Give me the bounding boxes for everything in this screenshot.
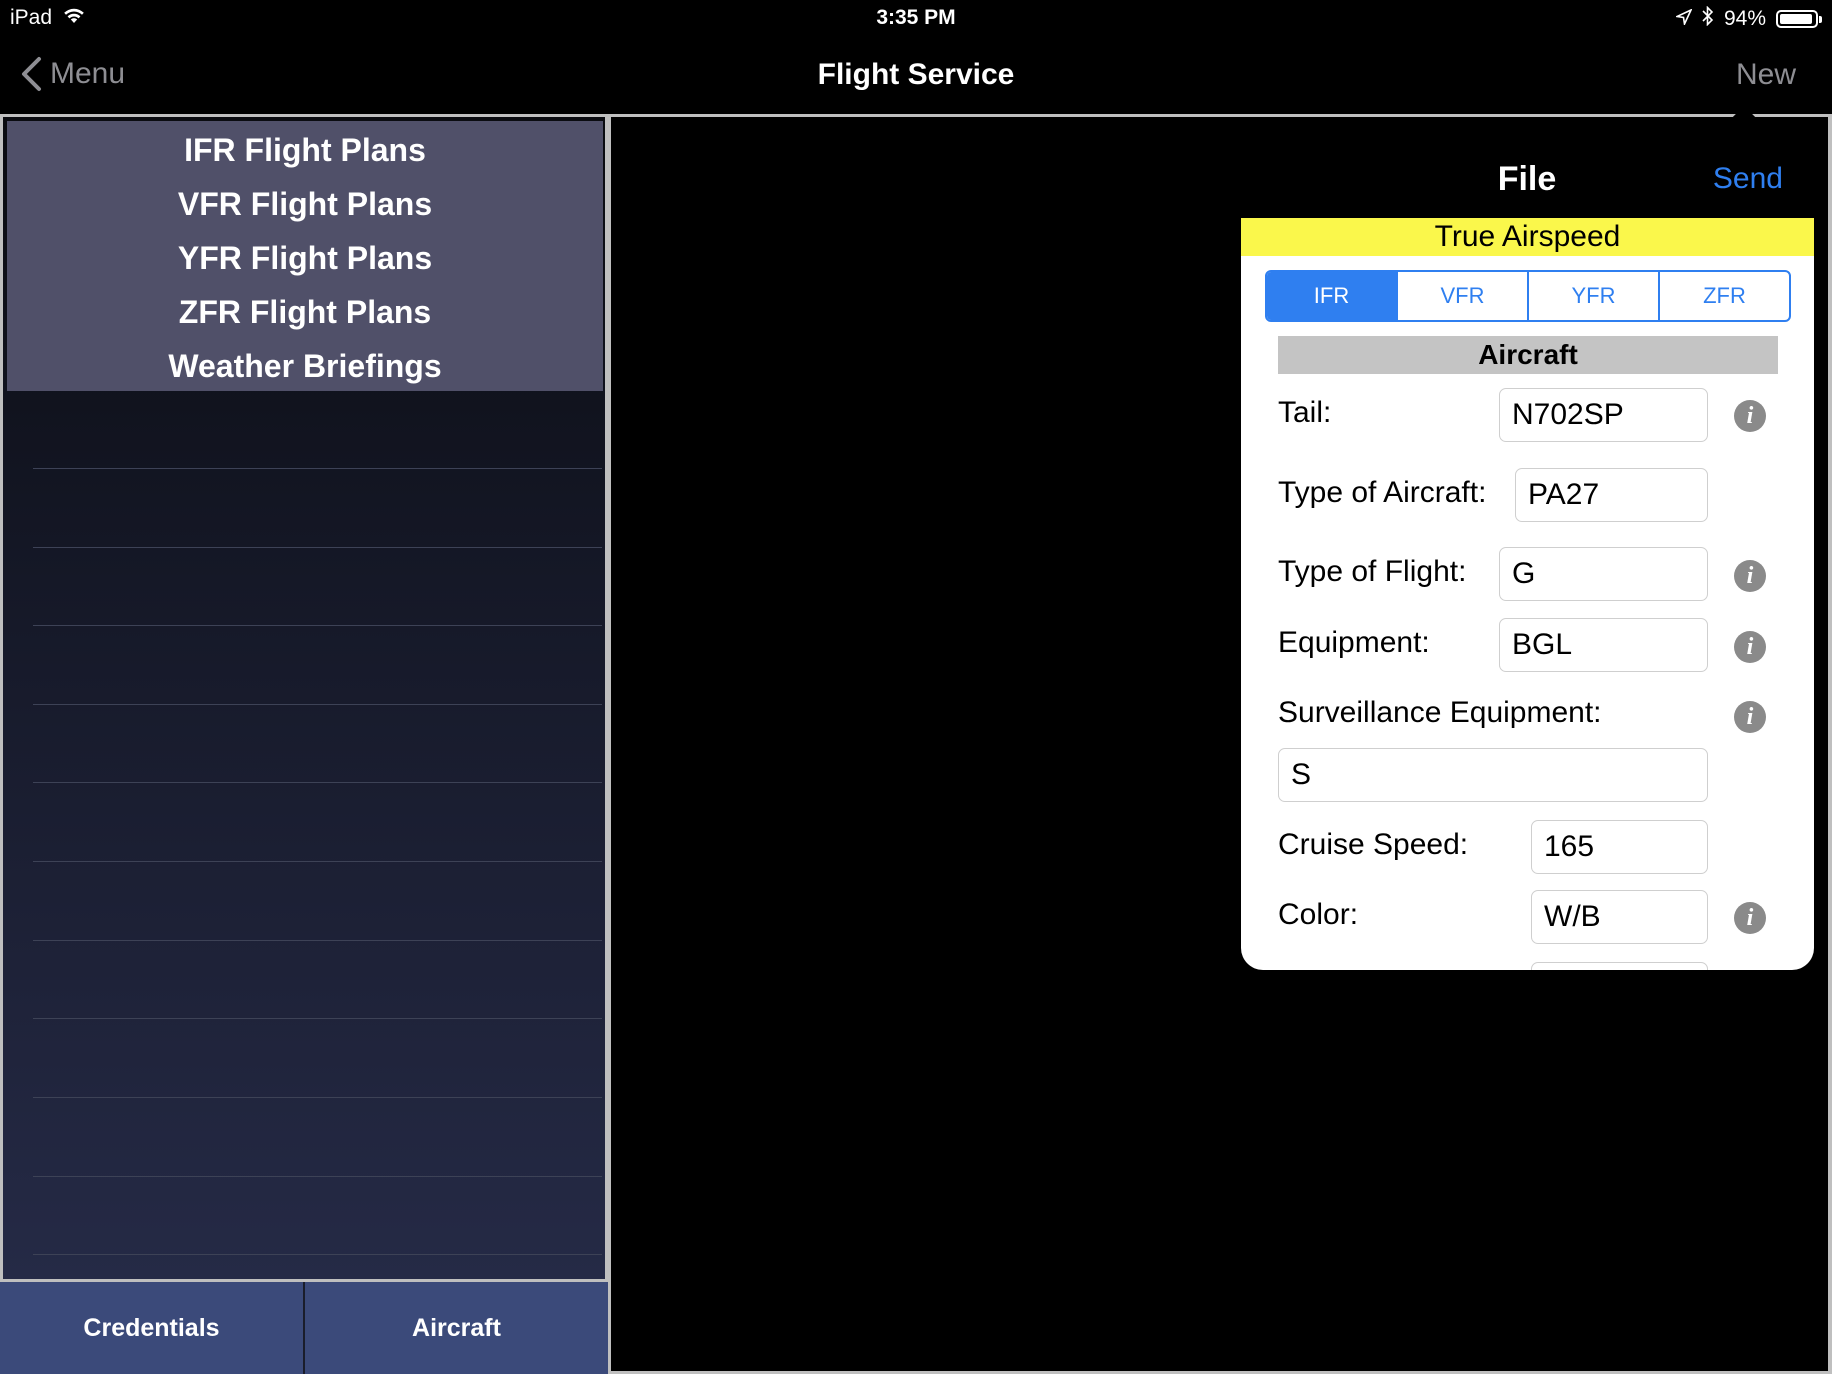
file-popover: True Airspeed IFR VFR YFR ZFR Aircraft T… bbox=[1241, 218, 1814, 970]
menu-item-zfr-flight-plans[interactable]: ZFR Flight Plans bbox=[7, 285, 603, 339]
color-field[interactable]: W/B bbox=[1531, 890, 1708, 944]
surveillance-equipment-field[interactable]: S bbox=[1278, 748, 1708, 802]
type-of-flight-field[interactable]: G bbox=[1499, 547, 1708, 601]
status-time: 3:35 PM bbox=[876, 6, 956, 29]
aircraft-section-header: Aircraft bbox=[1278, 336, 1778, 374]
send-button[interactable]: Send bbox=[1713, 162, 1783, 196]
location-arrow-icon bbox=[1674, 7, 1693, 31]
menu-item-ifr-flight-plans[interactable]: IFR Flight Plans bbox=[7, 123, 603, 177]
battery-fill bbox=[1780, 14, 1812, 24]
status-bar: iPad 3:35 PM 94% bbox=[0, 0, 1832, 36]
type-of-flight-info-icon[interactable]: i bbox=[1734, 560, 1766, 592]
menu-item-yfr-flight-plans[interactable]: YFR Flight Plans bbox=[7, 231, 603, 285]
list-separator bbox=[33, 940, 602, 941]
surveillance-equipment-label: Surveillance Equipment: bbox=[1278, 696, 1602, 729]
next-field-partial[interactable] bbox=[1531, 962, 1708, 970]
status-right: 94% bbox=[1674, 5, 1822, 32]
tail-info-icon[interactable]: i bbox=[1734, 400, 1766, 432]
type-of-aircraft-label: Type of Aircraft: bbox=[1278, 476, 1487, 509]
bluetooth-icon bbox=[1702, 5, 1714, 32]
list-separator bbox=[33, 1176, 602, 1177]
color-info-icon[interactable]: i bbox=[1734, 902, 1766, 934]
battery-percent: 94% bbox=[1723, 7, 1766, 30]
list-separator bbox=[33, 782, 602, 783]
menu-item-vfr-flight-plans[interactable]: VFR Flight Plans bbox=[7, 177, 603, 231]
aircraft-button[interactable]: Aircraft bbox=[303, 1282, 608, 1374]
list-separator bbox=[33, 861, 602, 862]
popover-header: File Send bbox=[1241, 146, 1813, 216]
type-of-aircraft-field[interactable]: PA27 bbox=[1515, 468, 1708, 522]
list-separator bbox=[33, 468, 602, 469]
flight-plan-menu: IFR Flight Plans VFR Flight Plans YFR Fl… bbox=[7, 121, 603, 391]
list-separator bbox=[33, 704, 602, 705]
cruise-speed-field[interactable]: 165 bbox=[1531, 820, 1708, 874]
bottom-toolbar: Credentials Aircraft bbox=[0, 1282, 608, 1374]
new-button[interactable]: New bbox=[1736, 58, 1796, 92]
tail-field[interactable]: N702SP bbox=[1499, 388, 1708, 442]
page-title: Flight Service bbox=[817, 58, 1015, 91]
list-separator bbox=[33, 1254, 602, 1255]
credentials-button[interactable]: Credentials bbox=[0, 1282, 303, 1374]
menu-item-weather-briefings[interactable]: Weather Briefings bbox=[7, 339, 603, 393]
segment-ifr[interactable]: IFR bbox=[1267, 272, 1396, 320]
type-of-flight-label: Type of Flight: bbox=[1278, 555, 1467, 588]
navigation-bar: Menu Flight Service New bbox=[0, 36, 1832, 114]
flight-rules-segmented-control: IFR VFR YFR ZFR bbox=[1265, 270, 1791, 322]
segment-vfr[interactable]: VFR bbox=[1396, 272, 1527, 320]
surveillance-info-icon[interactable]: i bbox=[1734, 701, 1766, 733]
list-separator bbox=[33, 625, 602, 626]
list-separator bbox=[33, 547, 602, 548]
list-separator bbox=[33, 1018, 602, 1019]
true-airspeed-banner: True Airspeed bbox=[1241, 218, 1814, 256]
color-label: Color: bbox=[1278, 898, 1359, 931]
battery-icon bbox=[1776, 10, 1822, 28]
equipment-label: Equipment: bbox=[1278, 626, 1430, 659]
cruise-speed-label: Cruise Speed: bbox=[1278, 828, 1469, 861]
equipment-field[interactable]: BGL bbox=[1499, 618, 1708, 672]
sidebar: IFR Flight Plans VFR Flight Plans YFR Fl… bbox=[0, 114, 608, 1282]
tail-label: Tail: bbox=[1278, 396, 1332, 429]
list-separator bbox=[33, 1097, 602, 1098]
equipment-info-icon[interactable]: i bbox=[1734, 631, 1766, 663]
segment-yfr[interactable]: YFR bbox=[1527, 272, 1658, 320]
segment-zfr[interactable]: ZFR bbox=[1658, 272, 1789, 320]
